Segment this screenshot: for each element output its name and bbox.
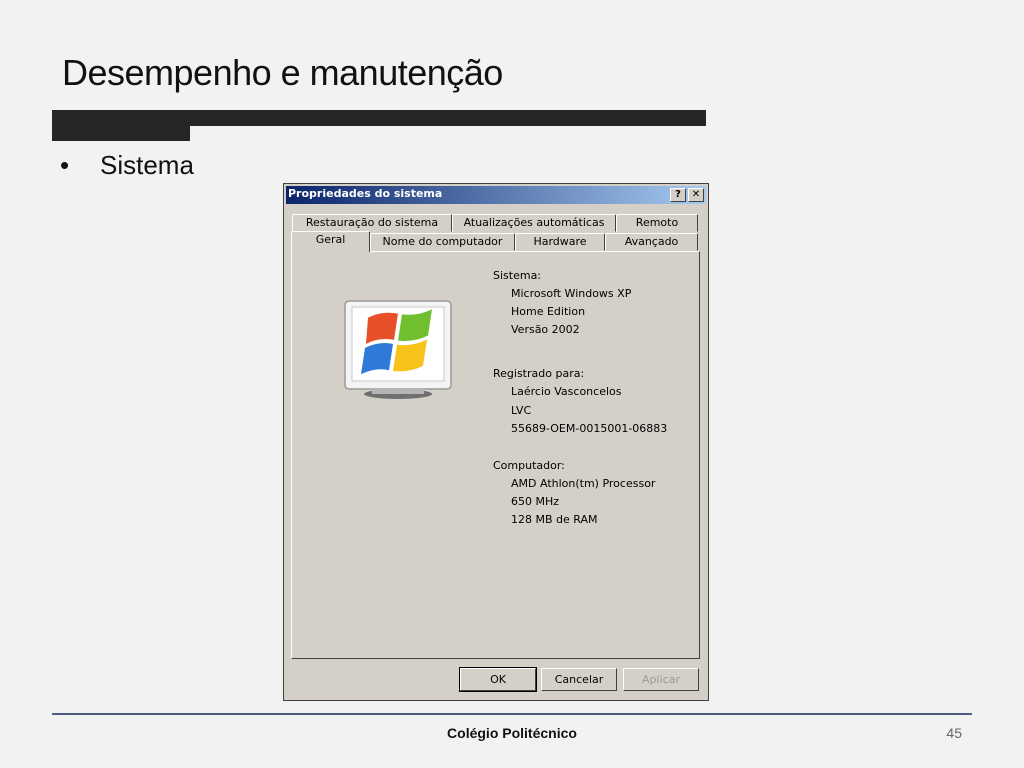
apply-button[interactable]: Aplicar <box>623 668 699 691</box>
sistema-line-3: Versão 2002 <box>511 323 580 336</box>
tab-atualizacoes[interactable]: Atualizações automáticas <box>452 214 616 232</box>
windows-xp-monitor-icon <box>344 300 452 399</box>
ok-button[interactable]: OK <box>459 667 537 692</box>
sistema-line-2: Home Edition <box>511 305 586 318</box>
bullet-symbol: • <box>60 150 70 180</box>
tab-nome-computador[interactable]: Nome do computador <box>370 233 515 251</box>
tab-avancado[interactable]: Avançado <box>605 233 698 251</box>
slide-title: Desempenho e manutenção <box>62 52 503 93</box>
registrado-label: Registrado para: <box>493 367 585 380</box>
tab-hardware[interactable]: Hardware <box>515 233 605 251</box>
computador-label: Computador: <box>493 459 565 472</box>
dialog-titlebar[interactable]: Propriedades do sistema ? ✕ <box>286 186 706 204</box>
tab-remoto[interactable]: Remoto <box>616 214 698 232</box>
dialog-title: Propriedades do sistema <box>288 187 443 200</box>
sistema-line-1: Microsoft Windows XP <box>511 287 632 300</box>
bullet-text: Sistema <box>100 150 194 180</box>
registrado-line-2: LVC <box>511 404 532 417</box>
sistema-label: Sistema: <box>493 269 542 282</box>
page-number: 45 <box>946 725 962 741</box>
registrado-line-3: 55689-OEM-0015001-06883 <box>511 422 668 435</box>
computador-line-2: 650 MHz <box>511 495 560 508</box>
footer-school-name: Colégio Politécnico <box>447 725 577 741</box>
tab-restauracao[interactable]: Restauração do sistema <box>292 214 452 232</box>
tab-geral[interactable]: Geral <box>291 231 370 252</box>
system-properties-dialog: Propriedades do sistema ? ✕ Restauração … <box>283 183 709 701</box>
registrado-line-1: Laércio Vasconcelos <box>511 385 622 398</box>
general-tab-panel: Sistema: Microsoft Windows XP Home Editi… <box>291 251 700 659</box>
help-button[interactable]: ? <box>670 188 686 202</box>
close-button[interactable]: ✕ <box>688 188 704 202</box>
cancel-button[interactable]: Cancelar <box>541 668 617 691</box>
computador-line-1: AMD Athlon(tm) Processor <box>511 477 656 490</box>
computador-line-3: 128 MB de RAM <box>511 513 598 526</box>
title-accent-bar <box>52 110 190 141</box>
footer-divider <box>52 713 972 715</box>
